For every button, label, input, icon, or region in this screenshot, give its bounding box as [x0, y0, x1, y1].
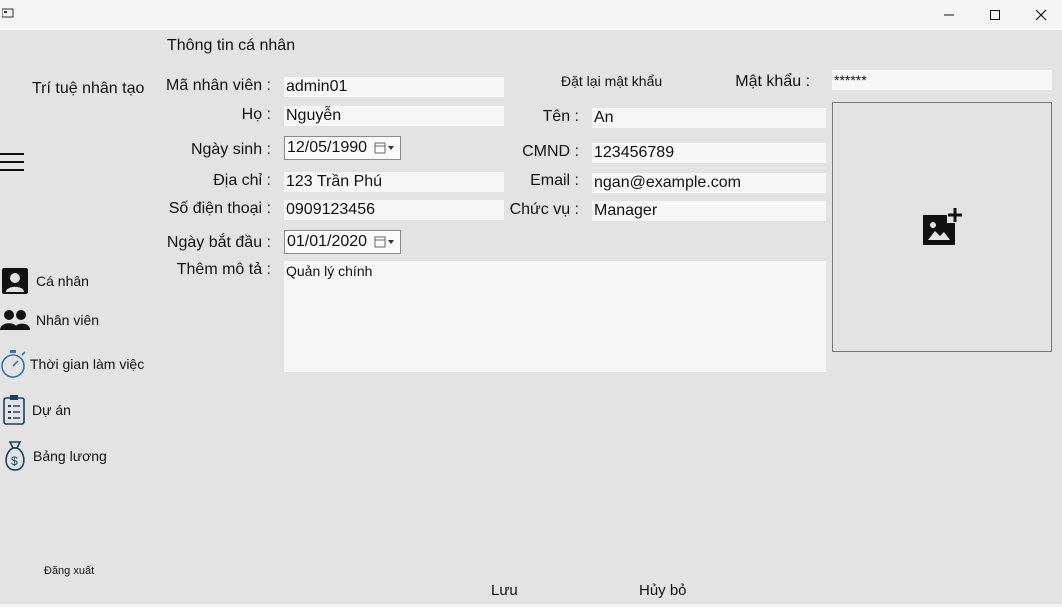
id-card-label: CMND : [522, 143, 579, 160]
add-photo-icon [923, 207, 963, 245]
sidebar-item-personal[interactable]: Cá nhân [0, 266, 89, 296]
sidebar-item-projects[interactable]: Dự án [0, 395, 71, 425]
address-label: Địa chỉ : [213, 172, 271, 189]
id-card-field[interactable]: 123456789 [592, 143, 826, 163]
password-field[interactable]: ****** [832, 70, 1052, 90]
person-icon [0, 266, 30, 296]
hamburger-menu-icon[interactable] [0, 153, 24, 173]
sidebar-item-payroll[interactable]: $ Bảng lương [0, 441, 107, 471]
sidebar-item-employees[interactable]: Nhân viên [0, 305, 99, 335]
birth-date-picker[interactable]: 12/05/1990 [284, 136, 401, 160]
people-icon [0, 305, 30, 335]
minimize-button[interactable] [926, 0, 972, 30]
start-date-value: 01/01/2020 [287, 233, 368, 250]
sidebar-item-label: Dự án [32, 402, 71, 418]
company-name: Trí tuệ nhân tạo [32, 80, 145, 97]
birth-date-value: 12/05/1990 [287, 139, 368, 156]
close-button[interactable] [1018, 0, 1062, 30]
calendar-dropdown-icon[interactable] [374, 141, 396, 155]
app-icon [1, 8, 14, 18]
last-name-field[interactable]: Nguyễn [284, 106, 504, 126]
sidebar-item-label: Nhân viên [36, 312, 100, 328]
reset-password-button[interactable]: Đặt lại mật khẩu [561, 73, 662, 89]
birth-date-label: Ngày sinh : [190, 141, 271, 158]
last-name-label: Họ : [241, 106, 271, 123]
title-bar [0, 0, 1062, 30]
svg-text:$: $ [11, 454, 18, 468]
email-field[interactable]: ngan@example.com [592, 173, 826, 193]
phone-field[interactable]: 0909123456 [284, 200, 504, 220]
maximize-button[interactable] [972, 0, 1018, 30]
minimize-icon [944, 14, 954, 16]
description-textarea[interactable]: Quản lý chính [284, 261, 826, 372]
cancel-button[interactable]: Hủy bỏ [639, 582, 687, 599]
money-bag-icon: $ [0, 441, 30, 471]
address-field[interactable]: 123 Trần Phú [284, 172, 504, 192]
save-button[interactable]: Lưu [491, 582, 518, 599]
employee-id-label: Mã nhân viên : [166, 77, 271, 94]
sidebar-item-working-time[interactable]: Thời gian làm việc [0, 349, 144, 379]
position-label: Chức vụ : [509, 201, 579, 218]
maximize-icon [990, 10, 1000, 20]
calendar-dropdown-icon[interactable] [374, 235, 396, 249]
first-name-field[interactable]: An [592, 108, 826, 128]
sidebar-item-label: Thời gian làm việc [30, 356, 145, 372]
start-date-label: Ngày bắt đầu : [166, 234, 271, 251]
stopwatch-icon [0, 349, 30, 379]
start-date-picker[interactable]: 01/01/2020 [284, 230, 401, 254]
email-label: Email : [530, 172, 579, 189]
employee-id-field[interactable]: admin01 [284, 77, 504, 97]
close-icon [1035, 9, 1047, 21]
logout-button[interactable]: Đăng xuất [44, 565, 94, 577]
first-name-label: Tên : [542, 108, 579, 125]
description-label: Thêm mô tả : [176, 261, 271, 278]
page-title: Thông tin cá nhân [167, 37, 296, 54]
photo-upload-box[interactable] [832, 102, 1052, 352]
password-label: Mật khẩu : [735, 73, 810, 90]
sidebar-item-label: Bảng lương [33, 448, 107, 464]
position-field[interactable]: Manager [592, 201, 826, 221]
sidebar-item-label: Cá nhân [36, 273, 89, 289]
phone-label: Số điện thoại : [168, 200, 271, 217]
clipboard-icon [0, 395, 30, 425]
